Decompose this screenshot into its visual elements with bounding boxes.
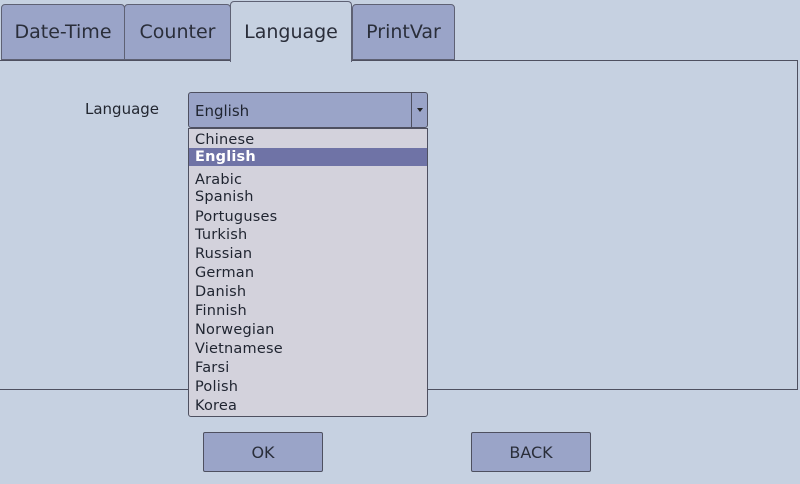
language-option-finnish[interactable]: Finnish xyxy=(189,302,427,320)
tab-label: Date-Time xyxy=(14,21,112,43)
dropdown-toggle-button[interactable] xyxy=(411,93,427,127)
language-option-english[interactable]: English xyxy=(189,148,427,166)
language-option-korea[interactable]: Korea xyxy=(189,397,427,415)
language-option-german[interactable]: German xyxy=(189,264,427,282)
language-option-danish[interactable]: Danish xyxy=(189,283,427,301)
language-option-polish[interactable]: Polish xyxy=(189,378,427,396)
language-option-portuguses[interactable]: Portuguses xyxy=(189,208,427,226)
language-select[interactable]: English xyxy=(188,92,428,128)
language-option-chinese[interactable]: Chinese xyxy=(189,131,427,149)
language-select-value: English xyxy=(195,102,250,120)
language-option-russian[interactable]: Russian xyxy=(189,245,427,263)
back-button[interactable]: BACK xyxy=(471,432,591,472)
language-option-turkish[interactable]: Turkish xyxy=(189,226,427,244)
language-dropdown-list[interactable]: Chinese English Arabic Spanish Portuguse… xyxy=(188,128,428,417)
tab-counter[interactable]: Counter xyxy=(124,4,231,60)
chevron-down-icon xyxy=(416,108,423,112)
tab-printvar[interactable]: PrintVar xyxy=(352,4,455,60)
language-option-vietnamese[interactable]: Vietnamese xyxy=(189,340,427,358)
tab-label: PrintVar xyxy=(366,21,441,43)
tab-date-time[interactable]: Date-Time xyxy=(1,4,125,60)
ok-button[interactable]: OK xyxy=(203,432,323,472)
tab-label: Counter xyxy=(139,21,216,43)
tab-label: Language xyxy=(244,21,338,43)
language-option-arabic[interactable]: Arabic xyxy=(189,171,427,189)
language-field-label: Language xyxy=(85,100,160,118)
language-option-spanish[interactable]: Spanish xyxy=(189,188,427,206)
language-option-farsi[interactable]: Farsi xyxy=(189,359,427,377)
language-option-norwegian[interactable]: Norwegian xyxy=(189,321,427,339)
tab-language[interactable]: Language xyxy=(230,1,352,62)
